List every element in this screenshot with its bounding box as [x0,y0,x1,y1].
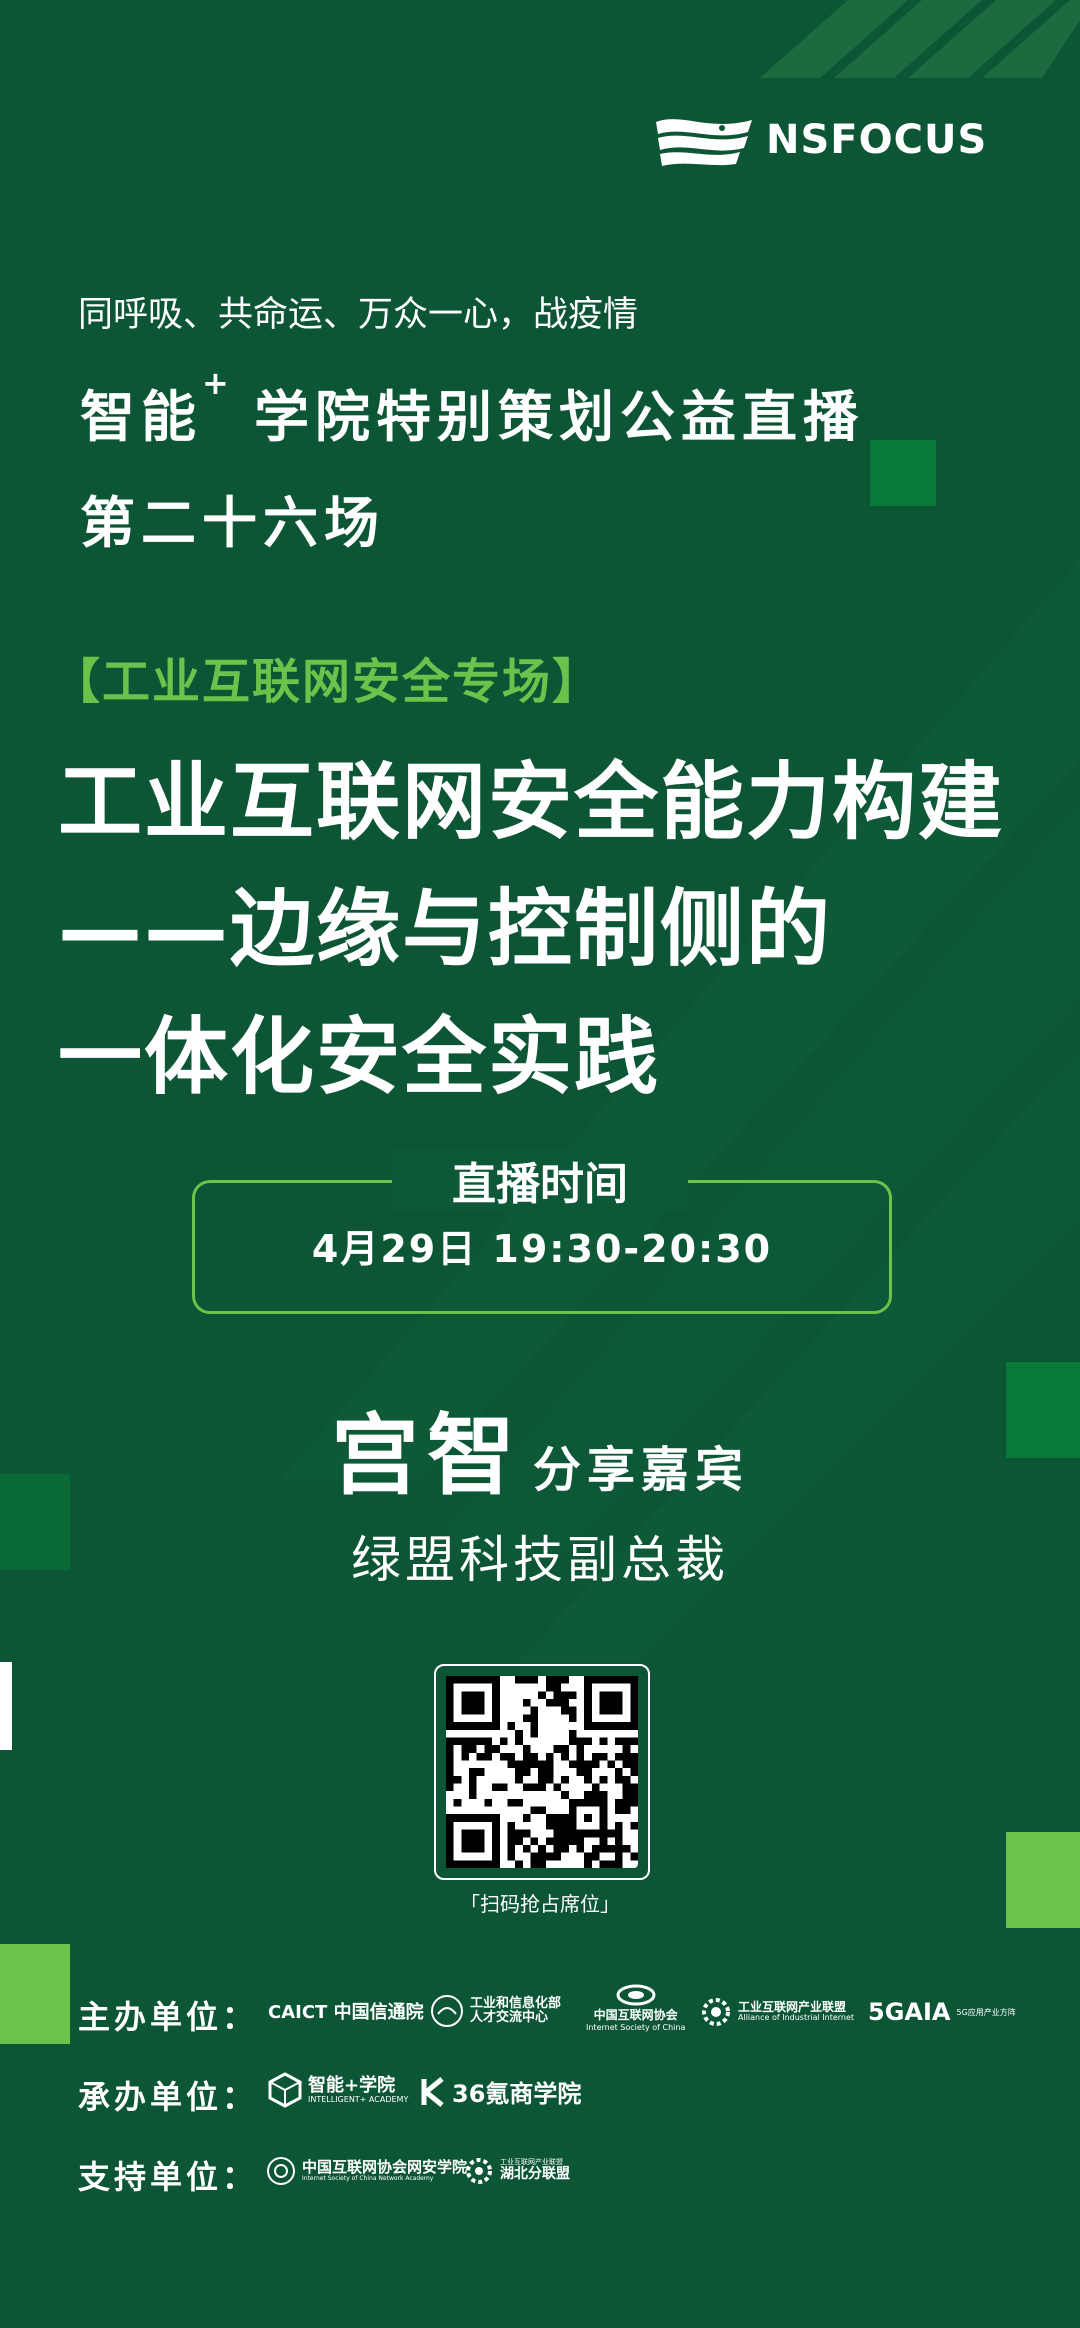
slogan: 同呼吸、共命运、万众一心，战疫情 [78,295,639,335]
support-label: 支持单位： [78,2158,259,2196]
host-isc-name: 中国互联网协会 [593,2008,678,2022]
host-aii-sub: Alliance of Industrial Internet [738,2013,855,2023]
host-5gaia-name: 5GAIA [868,1998,951,2026]
poster: NSFOCUS 同呼吸、共命运、万众一心，战疫情 智能+ 学院特别策划公益直播 … [0,0,1080,2328]
schedule-value: 4月29日 19:30-20:30 [311,1227,773,1271]
host-miit-logo: 工业和信息化部 人才交流中心 [430,1994,561,2028]
headline-rest: 学院特别策划公益直播 [253,385,864,449]
undertake-academy-sub: INTELLIGENT+ ACADEMY [308,2094,409,2104]
support-isc-academy-name: 中国互联网协会网安学院 [302,2158,468,2177]
qr-code[interactable] [434,1664,650,1880]
support-hubei-name: 湖北分联盟 [500,2166,570,2183]
logo-text: NSFOCUS [766,117,988,163]
title-line3: 一体化安全实践 [58,1008,661,1106]
miit-emblem-icon [431,1995,463,2027]
undertake-36kr-name: 36氪商学院 [452,2080,582,2108]
speaker-role: 分享嘉宾 [533,1442,750,1498]
host-miit-name: 工业和信息化部 [470,1995,562,2011]
qr-code-image [446,1676,638,1868]
k-mark-icon [421,2076,444,2107]
undertake-36kr-logo: 36氪商学院 [420,2074,581,2109]
host-caict-logo: CAICT 中国信通院 [268,1998,424,2024]
headline-superscript: + [202,364,229,402]
topic-tag: 【工业互联网安全专场】 [52,654,603,710]
nsfocus-flag-icon [656,119,752,166]
undertake-academy-name: 智能+学院 [308,2074,396,2096]
hubei-gear-icon [466,2158,492,2184]
headline-line1: 智能+ 学院特别策划公益直播 [80,364,864,452]
host-isc-sub: Internet Society of China [586,2023,686,2032]
undertake-academy-logo: 智能+学院 INTELLIGENT+ ACADEMY [268,2072,408,2108]
isc-academy-emblem-icon [267,2157,295,2185]
qr-caption: 「扫码抢占席位」 [460,1892,620,1916]
title-line1: 工业互联网安全能力构建 [58,753,1005,851]
support-hubei-logo: 工业互联网产业联盟 湖北分联盟 [464,2156,570,2186]
title-line2: ——边缘与控制侧的 [58,880,833,978]
isc-emblem-icon [616,1984,656,2006]
qr-pattern [446,1676,638,1868]
nsfocus-logo: NSFOCUS [652,110,1012,170]
host-5gaia-sub: 5G应用产业方阵 [956,2007,1016,2017]
headline-prefix: 智能 [80,385,203,449]
cube-icon [268,2072,302,2108]
headline-line2: 第二十六场 [80,491,386,555]
host-label: 主办单位： [78,1998,259,2036]
host-aii-logo: 工业互联网产业联盟 Alliance of Industrial Interne… [700,1996,854,2028]
speaker-heading: 宫智 分享嘉宾 [0,1385,1080,1512]
support-isc-academy-logo: 中国互联网协会网安学院 Internet Society of China Ne… [266,2156,467,2186]
host-5gaia-logo: 5GAIA 5G应用产业方阵 [868,1998,1016,2026]
aii-gear-icon [702,1998,730,2026]
speaker-title: 绿盟科技副总裁 [351,1531,729,1589]
host-isc-logo: 中国互联网协会 Internet Society of China [586,1984,685,2032]
host-caict-name: CAICT 中国信通院 [268,2002,424,2023]
support-isc-academy-sub: Internet Society of China Network Academ… [302,2174,434,2182]
host-miit-sub: 人才交流中心 [470,2010,549,2025]
undertake-label: 承办单位： [78,2078,259,2116]
schedule-label: 直播时间 [392,1148,688,1212]
speaker-name: 宫智 [330,1404,523,1507]
